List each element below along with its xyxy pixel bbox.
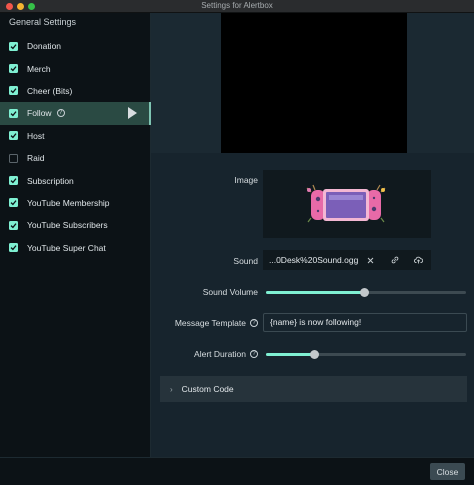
- checkbox-checked-icon[interactable]: [9, 243, 18, 253]
- image-label: Image: [234, 175, 258, 185]
- title-bar: Settings for Alertbox: [0, 0, 474, 13]
- sound-volume-handle[interactable]: [359, 288, 369, 297]
- checkbox-checked-icon[interactable]: [9, 108, 18, 118]
- sound-volume-slider[interactable]: [266, 288, 466, 297]
- sidebar-item-label: YouTube Subscribers: [27, 220, 108, 231]
- window-title: Settings for Alertbox: [201, 1, 273, 10]
- sound-label: Sound: [233, 256, 258, 266]
- message-template-label: Message Template ?: [175, 318, 258, 328]
- sound-volume-fill: [266, 291, 364, 294]
- sidebar-item-label: Cheer (Bits): [27, 85, 73, 96]
- sidebar-item-label: YouTube Membership: [27, 197, 110, 208]
- checkbox-checked-icon[interactable]: [9, 41, 18, 51]
- link-icon[interactable]: [383, 250, 407, 270]
- sidebar-item[interactable]: Cheer (Bits): [0, 80, 151, 102]
- sidebar-item-label: Raid: [27, 153, 45, 164]
- sidebar-item[interactable]: YouTube Membership: [0, 192, 151, 214]
- message-template-input[interactable]: {name} is now following!: [263, 313, 467, 332]
- sidebar-item[interactable]: Donation: [0, 35, 151, 57]
- active-item-arrow-icon: [128, 107, 137, 120]
- upload-cloud-icon[interactable]: [407, 250, 431, 270]
- alert-duration-fill: [266, 353, 314, 356]
- sidebar-item[interactable]: YouTube Super Chat: [0, 237, 151, 259]
- sidebar-item-label: Merch: [27, 63, 51, 74]
- alert-preview-area: [151, 13, 474, 153]
- sidebar-title: General Settings: [9, 17, 77, 27]
- main-panel: Image Sound ...0Desk%20Sound.ogg Sound V…: [151, 13, 474, 457]
- checkbox-checked-icon[interactable]: [9, 86, 18, 96]
- checkbox-checked-icon[interactable]: [9, 176, 18, 186]
- sidebar: General Settings Donation Merch Cheer (Bit…: [0, 13, 151, 457]
- alert-duration-label-text: Alert Duration: [194, 349, 246, 359]
- sidebar-item[interactable]: Merch: [0, 57, 151, 79]
- close-button[interactable]: Close: [430, 463, 465, 480]
- sidebar-item[interactable]: Raid: [0, 147, 151, 169]
- sound-file-name: ...0Desk%20Sound.ogg: [269, 255, 359, 265]
- game-console-image: [306, 184, 386, 223]
- sidebar-item-label: Follow: [27, 108, 52, 119]
- sidebar-item[interactable]: Host: [0, 125, 151, 147]
- checkbox-checked-icon[interactable]: [9, 131, 18, 141]
- question-circle-icon[interactable]: ?: [56, 109, 65, 118]
- checkbox-unchecked-icon[interactable]: [9, 153, 18, 163]
- checkbox-checked-icon[interactable]: [9, 64, 18, 74]
- custom-code-label: Custom Code: [181, 384, 234, 394]
- question-circle-icon[interactable]: ?: [250, 319, 258, 327]
- sidebar-item-label: YouTube Super Chat: [27, 242, 106, 253]
- sound-volume-label: Sound Volume: [202, 287, 258, 297]
- sidebar-item[interactable]: YouTube Subscribers: [0, 214, 151, 236]
- footer: Close: [0, 457, 474, 485]
- sidebar-item[interactable]: Subscription: [0, 169, 151, 191]
- sound-file-field[interactable]: ...0Desk%20Sound.ogg: [263, 250, 431, 270]
- alert-duration-slider[interactable]: [266, 350, 466, 359]
- sidebar-item-label: Host: [27, 130, 45, 141]
- alert-preview-canvas: [221, 13, 407, 153]
- checkbox-checked-icon[interactable]: [9, 220, 18, 230]
- sidebar-item[interactable]: Follow?: [0, 102, 151, 125]
- alert-duration-handle[interactable]: [309, 350, 319, 359]
- alert-duration-label: Alert Duration ?: [194, 349, 258, 359]
- chevron-right-icon: ›: [170, 384, 173, 394]
- message-template-label-text: Message Template: [174, 318, 246, 328]
- sidebar-item-label: Subscription: [27, 175, 74, 186]
- sidebar-list: Donation Merch Cheer (Bits) Follow? Host Raid…: [0, 35, 151, 259]
- question-circle-icon[interactable]: ?: [250, 350, 258, 358]
- checkbox-checked-icon[interactable]: [9, 198, 18, 208]
- clear-icon[interactable]: [358, 250, 382, 270]
- sidebar-item-label: Donation: [27, 41, 62, 52]
- image-picker[interactable]: [263, 170, 431, 238]
- custom-code-section[interactable]: › Custom Code: [160, 376, 467, 402]
